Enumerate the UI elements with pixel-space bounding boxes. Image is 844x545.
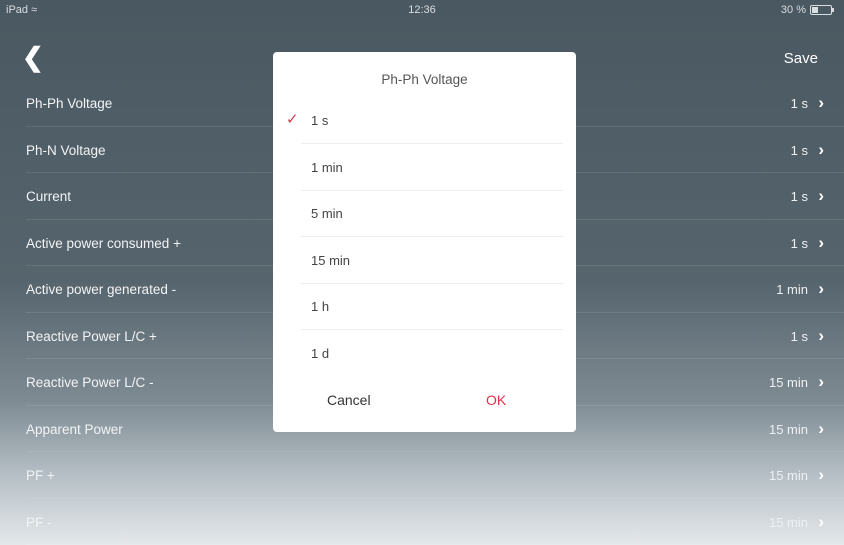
row-label: Ph-Ph Voltage <box>26 96 113 111</box>
status-bar: iPad ≈ 12:36 30 % <box>0 0 844 20</box>
row-value: 1 s <box>790 328 808 344</box>
option-label: 15 min <box>311 252 351 268</box>
chevron-right-icon: › <box>818 232 824 252</box>
status-time: 12:36 <box>408 4 436 16</box>
save-button[interactable]: Save <box>784 50 818 67</box>
row-value: 1 s <box>790 189 808 204</box>
row-label: Active power generated - <box>26 282 177 297</box>
option-label: 5 min <box>311 206 343 221</box>
chevron-right-icon: › <box>818 139 824 159</box>
back-button[interactable]: ❮ <box>22 44 44 70</box>
row-value: 1 s <box>790 235 808 251</box>
interval-picker-dialog: Ph-Ph Voltage ✓ 1 s 1 min 5 min 15 min 1… <box>273 52 576 432</box>
row-label: Reactive Power L/C + <box>26 328 157 344</box>
row-value: 15 min <box>768 375 808 390</box>
row-label: PF - <box>26 514 52 530</box>
cancel-button[interactable]: Cancel <box>327 392 371 408</box>
option-15min[interactable]: 15 min <box>301 238 563 284</box>
row-label: PF + <box>26 468 55 483</box>
list-item[interactable]: PF - 15 min › <box>26 499 844 545</box>
row-value: 1 min <box>776 282 808 297</box>
chevron-right-icon: › <box>818 325 824 345</box>
row-label: Reactive Power L/C - <box>26 375 154 390</box>
chevron-right-icon: › <box>818 511 824 531</box>
option-1s[interactable]: ✓ 1 s <box>286 98 563 144</box>
row-value: 15 min <box>768 514 808 530</box>
chevron-right-icon: › <box>818 186 824 205</box>
option-label: 1 d <box>311 345 330 361</box>
option-label: 1 s <box>311 113 329 128</box>
ok-button[interactable]: OK <box>486 392 506 408</box>
row-label: Active power consumed + <box>26 235 181 251</box>
chevron-right-icon: › <box>818 279 824 298</box>
checkmark-icon: ✓ <box>286 111 299 128</box>
option-1min[interactable]: 1 min <box>301 145 563 191</box>
row-label: Current <box>26 189 72 204</box>
dialog-title: Ph-Ph Voltage <box>381 72 468 87</box>
chevron-right-icon: › <box>818 465 824 484</box>
row-label: Apparent Power <box>26 421 123 437</box>
chevron-right-icon: › <box>818 93 824 112</box>
dialog-actions: Cancel OK <box>273 382 576 422</box>
option-label: 1 min <box>311 159 343 175</box>
chevron-right-icon: › <box>818 418 824 438</box>
option-1h[interactable]: 1 h <box>301 284 563 330</box>
row-value: 1 s <box>790 96 808 111</box>
chevron-right-icon: › <box>818 372 824 391</box>
option-5min[interactable]: 5 min <box>301 191 563 237</box>
row-value: 1 s <box>790 142 808 158</box>
chevron-left-icon: ❮ <box>22 42 44 72</box>
row-value: 15 min <box>768 421 808 437</box>
status-right: 30 % <box>780 4 834 16</box>
battery-percent: 30 % <box>780 4 806 16</box>
row-value: 15 min <box>768 468 808 483</box>
list-item[interactable]: PF + 15 min › <box>26 452 844 499</box>
option-1d[interactable]: 1 d <box>301 331 563 377</box>
battery-icon <box>810 5 834 15</box>
row-label: Ph-N Voltage <box>26 142 106 158</box>
option-label: 1 h <box>311 299 330 314</box>
